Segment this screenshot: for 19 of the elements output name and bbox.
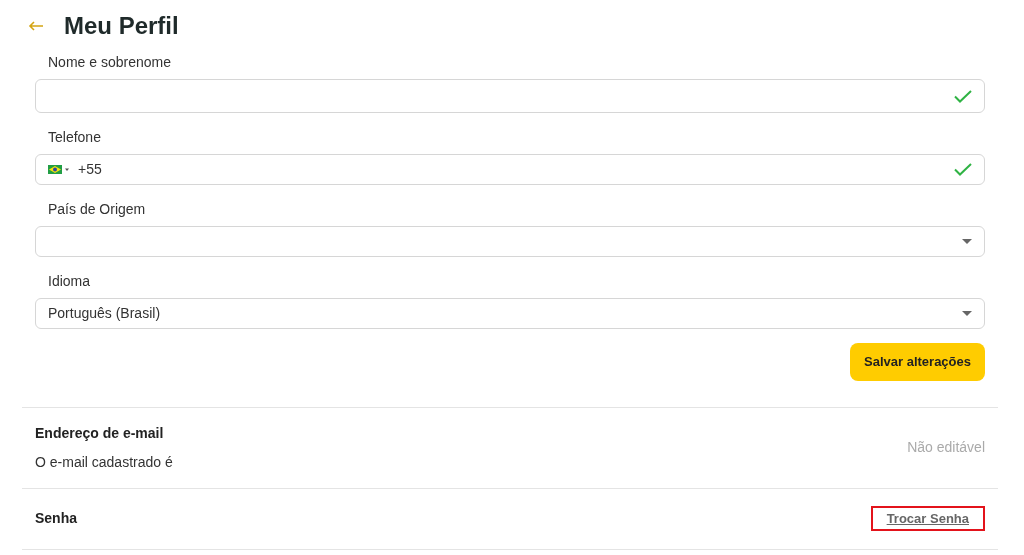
status-text: Não editável [907, 438, 985, 457]
page-title: Meu Perfil [64, 11, 179, 41]
input-field[interactable]: +55 [35, 154, 985, 185]
caret-icon [962, 239, 972, 244]
save-button[interactable]: Salvar alterações [850, 343, 985, 381]
input-field[interactable] [35, 79, 985, 113]
section-description: O e-mail cadastrado é [35, 452, 174, 472]
caret-icon [962, 311, 972, 316]
section-title: Senha [35, 509, 78, 528]
back-arrow-icon[interactable] [28, 21, 44, 31]
field-label: Telefone [47, 128, 102, 147]
select-field[interactable] [35, 226, 985, 257]
section-title: Endereço de e-mail [35, 423, 165, 443]
select-field[interactable]: Português (Brasil) [35, 298, 985, 329]
field-label: Idioma [47, 272, 92, 291]
field-label: Nome e sobrenome [47, 53, 172, 72]
field-label: País de Origem [47, 200, 147, 219]
change-password-link[interactable]: Trocar Senha [870, 505, 985, 532]
flag-icon [48, 165, 70, 174]
